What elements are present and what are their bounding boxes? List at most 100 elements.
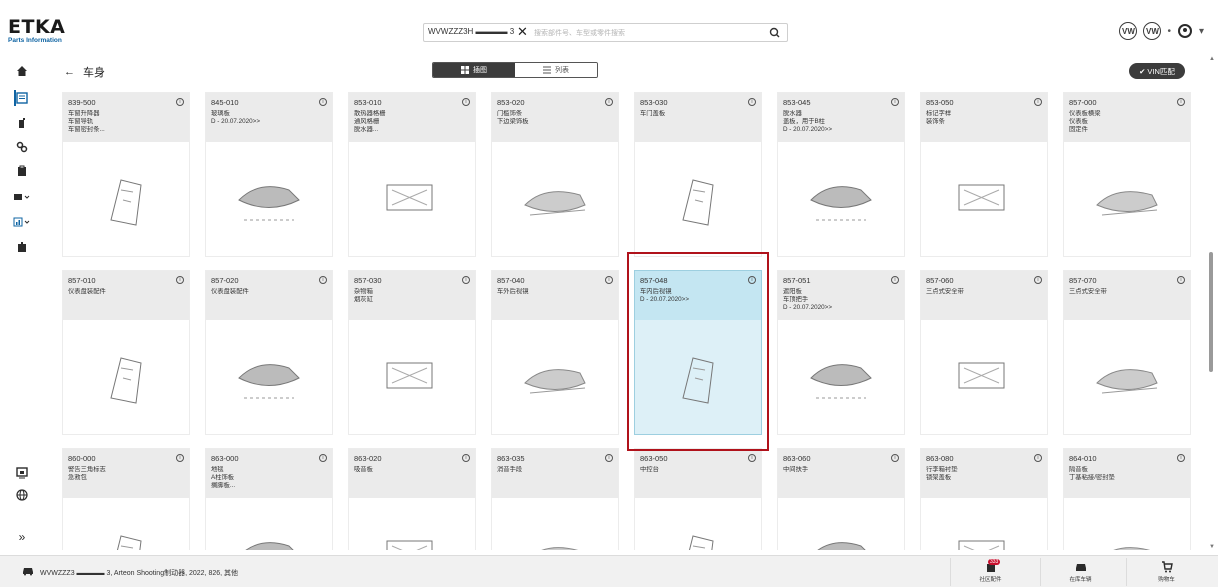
- info-icon[interactable]: i: [176, 98, 184, 106]
- close-icon[interactable]: ✕: [517, 24, 528, 40]
- clipboard-icon[interactable]: [0, 160, 44, 182]
- service-icon[interactable]: [0, 186, 44, 208]
- screen-icon[interactable]: [0, 462, 44, 484]
- card-description-line: 杂物箱: [354, 288, 373, 295]
- illustration-card[interactable]: 857-040 车外后视镜 i: [491, 270, 619, 435]
- card-description-line: 中间扶手: [783, 466, 809, 473]
- info-icon[interactable]: i: [1177, 454, 1185, 462]
- list-view-button[interactable]: 列表: [515, 63, 597, 77]
- illustration-card[interactable]: 857-020 仪表盘装配件 i: [205, 270, 333, 435]
- stock-label: 在库车辆: [1069, 577, 1092, 583]
- illustration-card[interactable]: 857-060 三点式安全带 i: [920, 270, 1048, 435]
- illustration-card[interactable]: 863-000 地毯 A柱饰板 搁脚板... i: [205, 448, 333, 550]
- info-icon[interactable]: i: [1034, 276, 1042, 284]
- info-icon[interactable]: i: [891, 98, 899, 106]
- cart-button[interactable]: 购物车: [1126, 558, 1206, 586]
- etka-logo[interactable]: ETKA Parts Information: [8, 16, 78, 45]
- community-badge: 333: [988, 559, 1001, 565]
- back-button[interactable]: ← 车身: [64, 64, 105, 80]
- chevron-down-icon[interactable]: ▾: [1199, 26, 1204, 37]
- catalog-icon[interactable]: [0, 87, 44, 109]
- illustration-card[interactable]: 853-050 标记字样 装饰条 i: [920, 92, 1048, 257]
- vw-commercial-brand-icon[interactable]: VW: [1143, 22, 1162, 40]
- scroll-down-icon[interactable]: ▼: [1209, 544, 1215, 550]
- card-code: 853-020: [497, 98, 525, 107]
- parts-illustration: [921, 498, 1047, 550]
- vin-match-button[interactable]: ✔ VIN匹配: [1129, 63, 1185, 79]
- info-icon[interactable]: i: [1177, 98, 1185, 106]
- expand-icon[interactable]: »: [0, 526, 44, 548]
- illustration-card[interactable]: 860-000 警告三角标志 急救包 i: [62, 448, 190, 550]
- illustration-card[interactable]: 857-030 杂物箱 烟灰缸 i: [348, 270, 476, 435]
- info-icon[interactable]: i: [605, 276, 613, 284]
- card-header: 857-010 仪表盘装配件 i: [63, 271, 189, 320]
- home-icon[interactable]: [0, 60, 44, 82]
- card-description-line: 地毯: [211, 466, 224, 473]
- community-parts-button[interactable]: 333 社区配件: [950, 558, 1030, 586]
- illustration-card[interactable]: 863-080 行李箱衬垫 锁架盖板 i: [920, 448, 1048, 550]
- info-icon[interactable]: i: [319, 454, 327, 462]
- card-code: 857-040: [497, 276, 525, 285]
- card-header: 863-020 吸音板 i: [349, 449, 475, 498]
- info-icon[interactable]: i: [319, 276, 327, 284]
- illustration-card[interactable]: 853-020 门槛饰条 下边梁饰板 i: [491, 92, 619, 257]
- parts-illustration: [492, 320, 618, 436]
- illustration-card[interactable]: 853-030 车门盖板 i: [634, 92, 762, 257]
- info-icon[interactable]: i: [462, 454, 470, 462]
- info-icon[interactable]: i: [462, 98, 470, 106]
- illustration-card[interactable]: 857-070 三点式安全带 i: [1063, 270, 1191, 435]
- card-header: 857-030 杂物箱 烟灰缸 i: [349, 271, 475, 320]
- card-description-line: 三点式安全带: [1069, 288, 1107, 295]
- info-icon[interactable]: i: [1034, 98, 1042, 106]
- vw-brand-icon[interactable]: VW: [1119, 22, 1138, 40]
- stock-vehicles-button[interactable]: 在库车辆: [1040, 558, 1120, 586]
- scrollbar-thumb[interactable]: [1209, 252, 1213, 372]
- info-icon[interactable]: i: [319, 98, 327, 106]
- search-input[interactable]: 搜索部件号、车型或零件搜索: [534, 28, 625, 38]
- info-icon[interactable]: i: [462, 276, 470, 284]
- info-icon[interactable]: i: [748, 98, 756, 106]
- info-icon[interactable]: i: [1177, 276, 1185, 284]
- info-icon[interactable]: i: [748, 454, 756, 462]
- scrollbar[interactable]: ▲ ▼: [1207, 56, 1215, 550]
- info-icon[interactable]: i: [176, 454, 184, 462]
- illustration-card[interactable]: 839-500 车窗升降器 车窗导轨 车窗密封条... i: [62, 92, 190, 257]
- illustration-card[interactable]: 857-000 仪表板横梁 仪表板 固定件 i: [1063, 92, 1191, 257]
- search-vin-value[interactable]: WVWZZZ3H ▬▬▬▬ 3: [428, 27, 514, 36]
- card-header: 857-000 仪表板横梁 仪表板 固定件 i: [1064, 93, 1190, 142]
- illustration-card[interactable]: 863-060 中间扶手 i: [777, 448, 905, 550]
- info-icon[interactable]: i: [176, 276, 184, 284]
- card-description-line: 车顶把手: [783, 296, 809, 303]
- search-bar[interactable]: WVWZZZ3H ▬▬▬▬ 3 ✕ 搜索部件号、车型或零件搜索: [423, 23, 788, 42]
- user-icon[interactable]: [1177, 23, 1193, 39]
- parts-illustration: [921, 142, 1047, 258]
- illustration-card[interactable]: 863-050 中控台 i: [634, 448, 762, 550]
- card-description-line: 车窗导轨: [68, 118, 94, 125]
- logo-text: ETKA: [8, 16, 66, 38]
- chart-icon[interactable]: [0, 211, 44, 233]
- illustration-card[interactable]: 845-010 玻璃板 D - 20.07.2020>> i: [205, 92, 333, 257]
- info-icon[interactable]: i: [1034, 454, 1042, 462]
- export-icon[interactable]: [0, 236, 44, 258]
- info-icon[interactable]: i: [605, 454, 613, 462]
- scroll-up-icon[interactable]: ▲: [1209, 56, 1215, 62]
- illustration-card[interactable]: 857-010 仪表盘装配件 i: [62, 270, 190, 435]
- illustration-card[interactable]: 853-010 散热器格栅 通风格栅 脱水器... i: [348, 92, 476, 257]
- info-icon[interactable]: i: [891, 454, 899, 462]
- card-code: 845-010: [211, 98, 239, 107]
- parts-illustration: [63, 320, 189, 436]
- illustration-card[interactable]: 864-010 隔音板 丁基粘接/密封垫 i: [1063, 448, 1191, 550]
- part-icon[interactable]: [0, 112, 44, 134]
- illustration-card[interactable]: 863-035 消音手段 i: [491, 448, 619, 550]
- illustration-card[interactable]: 863-020 吸音板 i: [348, 448, 476, 550]
- search-icon[interactable]: [763, 25, 787, 40]
- info-icon[interactable]: i: [891, 276, 899, 284]
- settings-icon[interactable]: [0, 136, 44, 158]
- globe-icon[interactable]: [0, 484, 44, 506]
- illustration-card[interactable]: 857-051 遮阳板 车顶把手 D - 20.07.2020>> i: [777, 270, 905, 435]
- info-icon[interactable]: i: [605, 98, 613, 106]
- grid-view-button[interactable]: 插图: [433, 63, 515, 77]
- card-description-line: 标记字样: [926, 110, 952, 117]
- card-description-line: 急救包: [68, 474, 87, 481]
- illustration-card[interactable]: 853-045 脱水器 盖板，用于B柱 D - 20.07.2020>> i: [777, 92, 905, 257]
